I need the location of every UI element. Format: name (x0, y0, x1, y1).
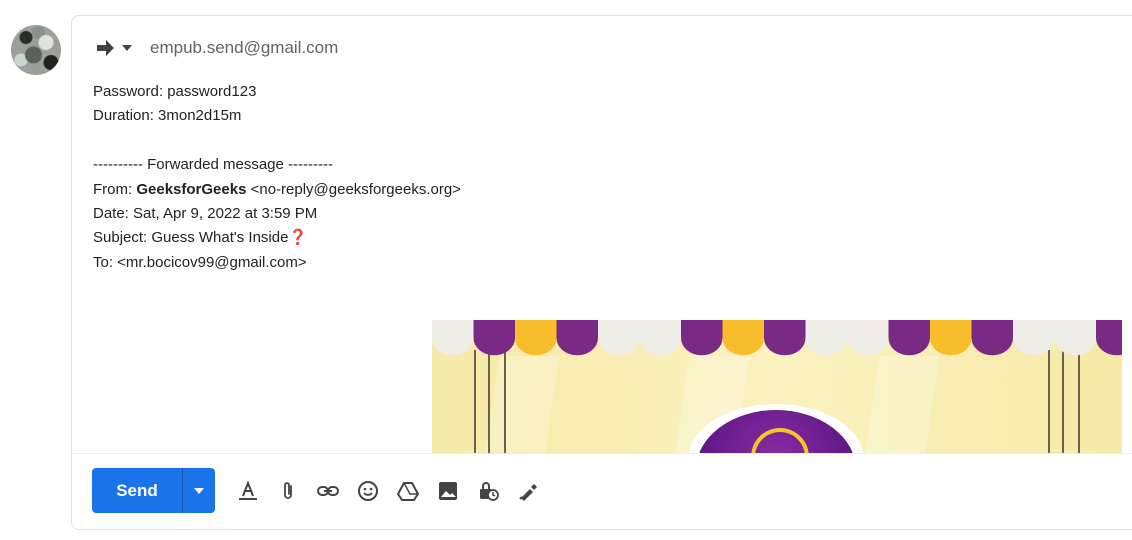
to-line: To: <mr.bocicov99@gmail.com> (93, 253, 307, 271)
recipient-field[interactable]: empub.send@gmail.com (150, 38, 338, 58)
awning-scallop (432, 320, 474, 356)
formatting-icon[interactable] (228, 476, 268, 506)
awning-scallop (847, 320, 889, 356)
awning-scallop (971, 320, 1013, 356)
forward-header: ---------- Forwarded message --------- (93, 156, 333, 174)
tent-pole (1062, 350, 1064, 454)
compose-card: empub.send@gmail.com Password: password1… (71, 15, 1132, 530)
message-body[interactable]: Password: password123 Duration: 3mon2d15… (93, 80, 461, 275)
chevron-down-icon[interactable] (120, 37, 134, 59)
tent-pole (474, 350, 476, 454)
send-button-group: Send (92, 468, 215, 513)
attach-icon[interactable] (268, 476, 308, 506)
subject-text: Subject: Guess What's Inside (93, 229, 289, 247)
awning-scallop (681, 320, 723, 356)
from-line: From: GeeksforGeeks <no-reply@geeksforge… (93, 178, 461, 202)
awning-scallop (556, 320, 598, 356)
password-line: Password: password123 (93, 83, 257, 100)
tent-awning (432, 320, 1122, 356)
drive-icon[interactable] (388, 476, 428, 506)
email-banner-image (432, 320, 1122, 454)
confidential-icon[interactable] (468, 476, 508, 506)
awning-scallop (1054, 320, 1096, 356)
from-label: From: (93, 180, 137, 198)
chevron-down-icon (194, 487, 204, 494)
awning-scallop (888, 320, 930, 356)
compose-header: empub.send@gmail.com (94, 36, 338, 60)
awning-scallop (930, 320, 972, 356)
awning-scallop (473, 320, 515, 356)
awning-scallop (598, 320, 640, 356)
toolbar-icons (228, 476, 548, 506)
awning-scallop (639, 320, 681, 356)
photo-icon[interactable] (428, 476, 468, 506)
from-email[interactable]: <no-reply@geeksforgeeks.org> (246, 181, 461, 198)
tent-pole (1078, 350, 1080, 454)
from-name: GeeksforGeeks (136, 180, 247, 198)
send-button[interactable]: Send (92, 468, 182, 513)
awning-scallop (764, 320, 806, 356)
awning-scallop (515, 320, 557, 356)
more-send-options-button[interactable] (182, 468, 215, 513)
emoji-icon[interactable] (348, 476, 388, 506)
tent-pole (1048, 350, 1050, 454)
awning-scallop (1013, 320, 1055, 356)
signature-icon[interactable] (508, 476, 548, 506)
compose-toolbar: Send (72, 453, 1132, 529)
question-emoji: ❓ (288, 229, 308, 247)
sender-avatar[interactable] (11, 25, 61, 75)
light-ray (484, 356, 560, 454)
tent-pole (488, 350, 490, 454)
awning-scallop (1096, 320, 1122, 356)
light-ray (864, 356, 940, 454)
subject-line: Subject: Guess What's Inside❓ (93, 226, 461, 250)
forward-arrow-icon (94, 37, 116, 59)
awning-scallop (805, 320, 847, 356)
awning-scallop (722, 320, 764, 356)
tent-pole (504, 350, 506, 454)
duration-line: Duration: 3mon2d15m (93, 107, 242, 125)
link-icon[interactable] (308, 476, 348, 506)
date-line: Date: Sat, Apr 9, 2022 at 3:59 PM (93, 204, 318, 222)
